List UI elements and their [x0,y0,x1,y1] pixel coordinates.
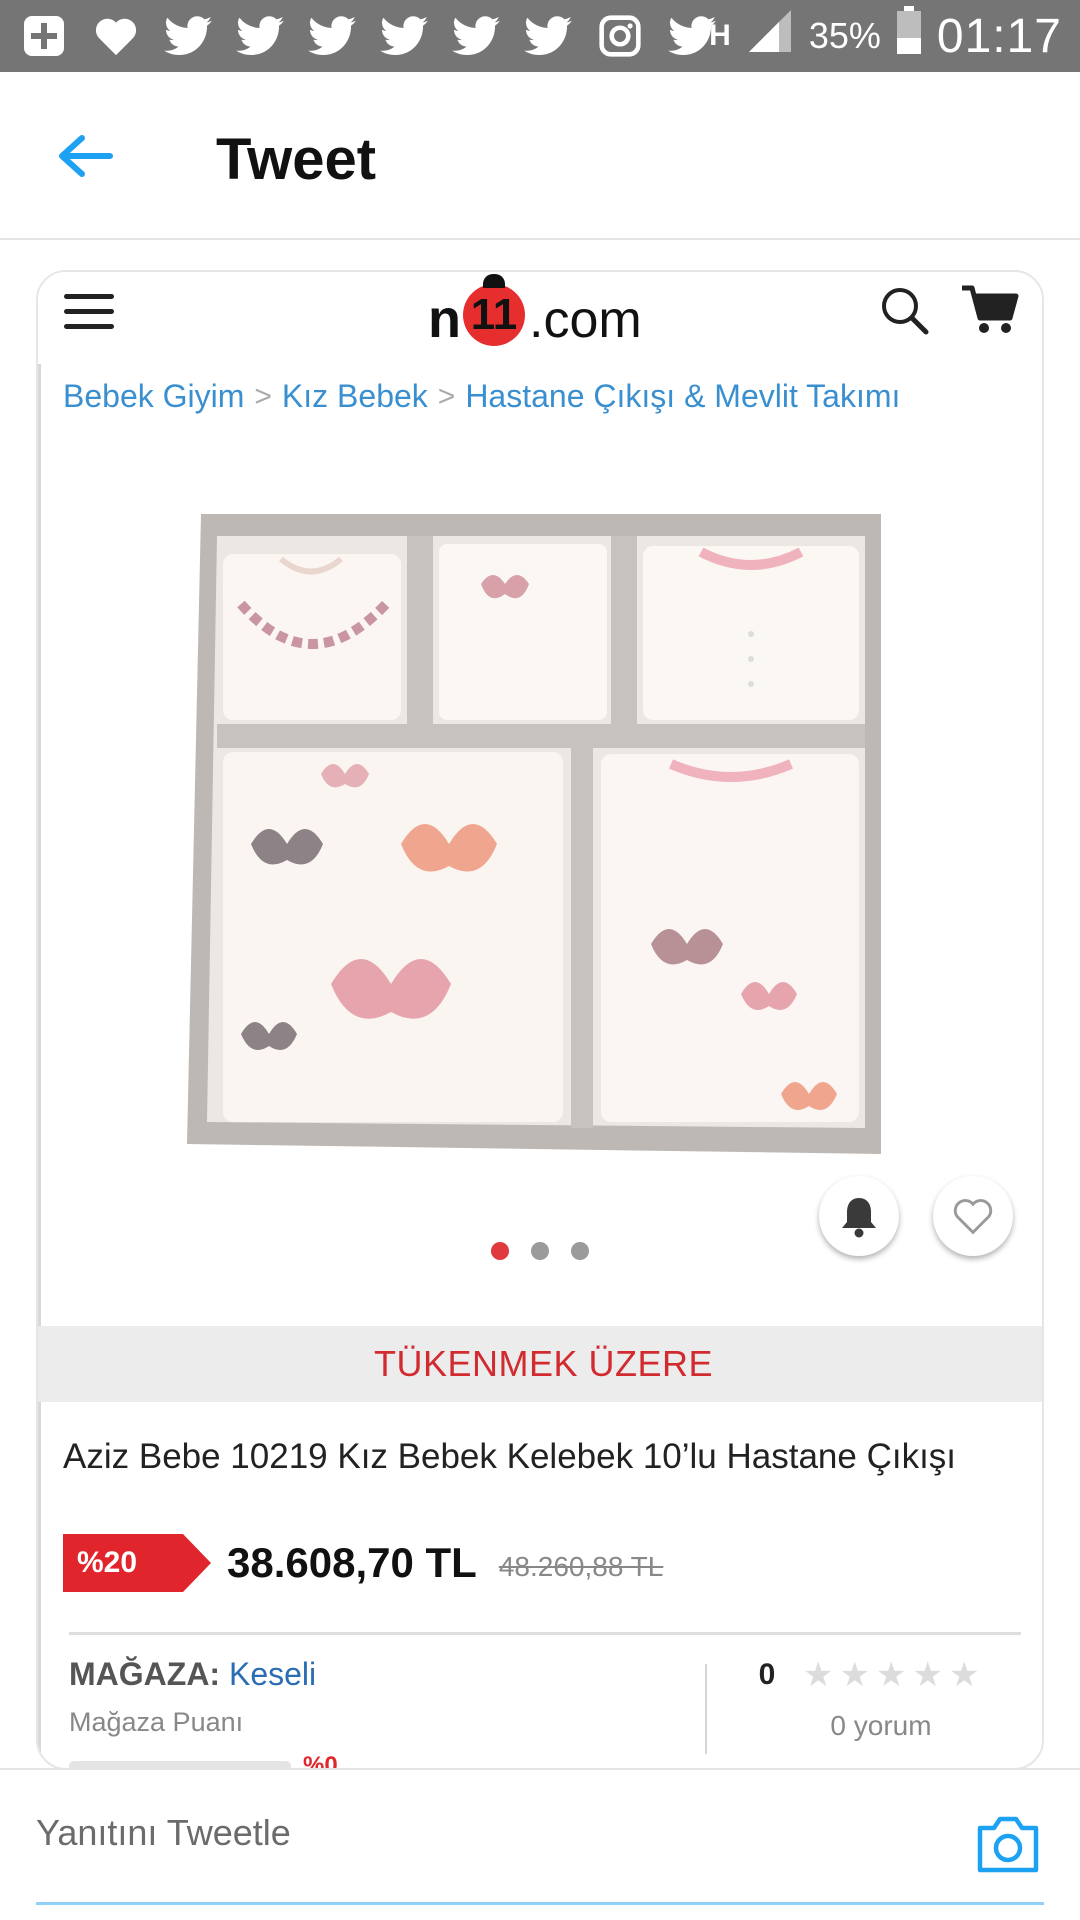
status-bar: H 35% 01:17 [0,0,1080,72]
star-icon: ★ [948,1656,980,1694]
battery-percent: 35% [808,15,881,56]
price-row: %20 38.608,70 TL 48.260,88 TL [63,1534,663,1592]
twitter-bird-icon [376,8,432,64]
back-button[interactable] [48,126,128,186]
network-type: H [709,19,731,52]
product-image[interactable] [181,514,891,1164]
star-icon: ★ [803,1656,834,1694]
divider [69,1632,1021,1635]
product-page: Bebek Giyim > Kız Bebek > Hastane Çıkışı… [38,364,1042,1768]
rating-value: 0 [758,1658,776,1691]
site-logo[interactable]: n 11 .com [428,274,642,350]
breadcrumb-separator: > [437,379,456,413]
carousel-dot[interactable] [531,1242,549,1260]
logo-letter: n [428,289,461,349]
store-info: MAĞAZA: Keseli Mağaza Puanı %0 [69,1656,689,1768]
star-icon: ★ [875,1656,907,1694]
twitter-bird-icon [232,8,288,64]
clock: 01:17 [936,9,1062,63]
logo-digits: 11 [470,290,518,339]
camera-button[interactable] [974,1814,1042,1876]
carousel-dot[interactable] [491,1242,509,1260]
old-price: 48.260,88 TL [498,1551,664,1582]
arrow-left-icon [59,135,113,177]
low-stock-banner: TÜKENMEK ÜZERE [38,1326,1042,1402]
twitter-bird-icon [304,8,360,64]
menu-icon[interactable] [64,294,114,330]
twitter-bird-icon [448,8,504,64]
breadcrumb-separator: > [254,379,272,413]
battery-icon [895,6,923,66]
bell-icon [842,1198,876,1238]
star-icon: ★ [912,1656,943,1694]
favorite-button[interactable] [933,1176,1013,1256]
breadcrumb-item[interactable]: Bebek Giyim [63,378,244,415]
link-preview-card[interactable]: n 11 .com Bebek Giyim > Kız Bebek > Hast… [36,270,1044,1770]
product-title[interactable]: Aziz Bebe 10219 Kız Bebek Kelebek 10’lu … [63,1432,1003,1481]
heart-icon [88,8,144,64]
vertical-divider [705,1664,707,1754]
rating-stars: ★ ★ ★ ★ ★ [803,1658,979,1692]
carousel-indicator[interactable] [491,1242,589,1260]
store-label: MAĞAZA: [69,1656,221,1692]
twitter-bird-icon [520,8,576,64]
rating-row: 0 ★ ★ ★ ★ ★ [731,1658,1031,1692]
breadcrumb-item[interactable]: Kız Bebek [282,378,428,415]
breadcrumb-item[interactable]: Hastane Çıkışı & Mevlit Takımı [465,378,900,415]
current-price: 38.608,70 TL [227,1539,477,1586]
twitter-bird-icon [160,8,216,64]
store-line: MAĞAZA: Keseli [69,1656,689,1693]
store-name-link[interactable]: Keseli [229,1656,316,1692]
price-alert-button[interactable] [819,1176,899,1256]
page-title: Tweet [216,127,377,192]
star-icon: ★ [839,1656,870,1694]
search-icon[interactable] [878,284,930,336]
signal-icon [745,8,795,64]
site-header: n 11 .com [38,272,1042,364]
store-score-label: Mağaza Puanı [69,1707,244,1737]
reply-bar: Yanıtını Tweetle [0,1768,1080,1920]
status-right: H 35% 01:17 [709,0,1062,72]
breadcrumb: Bebek Giyim > Kız Bebek > Hastane Çıkışı… [63,378,900,415]
notification-icons [16,8,720,64]
plus-square-icon [16,8,72,64]
logo-domain: .com [529,291,642,349]
cart-icon[interactable] [960,282,1020,336]
reply-input[interactable]: Yanıtını Tweetle [36,1812,291,1854]
discount-badge: %20 [63,1534,211,1592]
app-bar: Tweet [0,72,1080,240]
carousel-dot[interactable] [571,1242,589,1260]
camera-icon [977,1816,1039,1873]
reply-input-underline [36,1902,1044,1905]
rating-block: 0 ★ ★ ★ ★ ★ 0 yorum [731,1658,1031,1742]
instagram-icon [592,8,648,64]
review-count-link[interactable]: 0 yorum [731,1710,1031,1742]
heart-outline-icon [953,1199,993,1235]
ladybug-logo-icon: 11 [463,274,525,346]
